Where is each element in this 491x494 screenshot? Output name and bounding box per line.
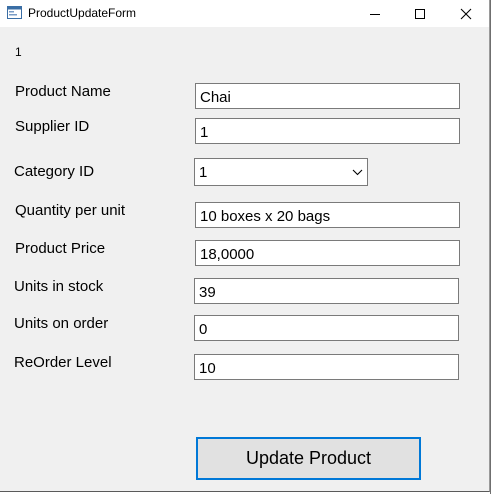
form-app-icon (7, 6, 22, 19)
product-update-form-window: ProductUpdateForm 1 Product Name Chai Su… (0, 0, 490, 492)
units-on-order-label: Units on order (14, 315, 109, 332)
reorder-level-field[interactable]: 10 (194, 354, 459, 380)
product-name-label: Product Name (15, 83, 111, 100)
product-id-label: 1 (15, 45, 22, 59)
quantity-per-unit-label: Quantity per unit (15, 202, 126, 219)
minimize-icon (370, 13, 380, 15)
product-name-field[interactable]: Chai (195, 83, 460, 109)
window-title: ProductUpdateForm (28, 6, 137, 20)
reorder-level-label: ReOrder Level (14, 354, 112, 371)
supplier-id-label: Supplier ID (15, 118, 90, 135)
product-price-label: Product Price (15, 240, 106, 257)
maximize-button[interactable] (397, 0, 443, 27)
units-in-stock-label: Units in stock (14, 278, 104, 295)
chevron-down-icon (352, 169, 363, 176)
category-id-dropdown[interactable]: 1 (194, 158, 368, 186)
maximize-icon (415, 8, 425, 19)
units-on-order-field[interactable]: 0 (194, 315, 459, 341)
category-id-selected-value: 1 (199, 164, 208, 181)
close-icon (460, 8, 472, 19)
quantity-per-unit-field[interactable]: 10 boxes x 20 bags (195, 202, 460, 228)
title-bar[interactable]: ProductUpdateForm (0, 0, 489, 27)
category-id-label: Category ID (14, 163, 95, 180)
close-button[interactable] (443, 0, 489, 27)
update-product-button[interactable]: Update Product (196, 437, 421, 480)
units-in-stock-field[interactable]: 39 (194, 278, 459, 304)
product-price-field[interactable]: 18,0000 (195, 240, 460, 266)
supplier-id-field[interactable]: 1 (195, 118, 460, 144)
minimize-button[interactable] (352, 0, 398, 27)
